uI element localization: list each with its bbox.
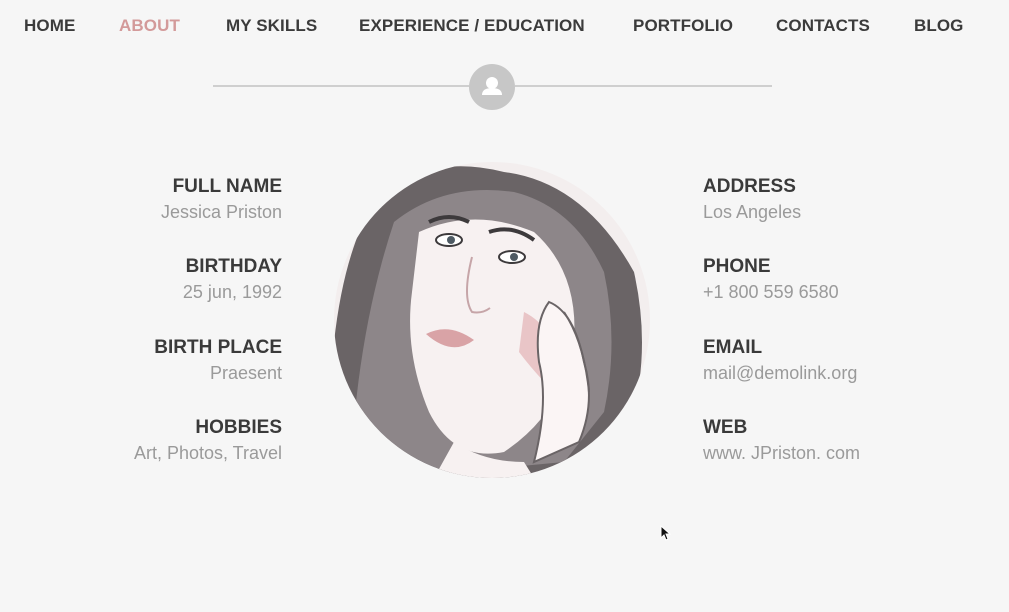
info-email: EMAIL mail@demolink.org bbox=[703, 336, 857, 386]
info-label: HOBBIES bbox=[195, 417, 282, 438]
nav-item-blog[interactable]: BLOG bbox=[914, 16, 964, 36]
web-link[interactable]: www. JPriston. com bbox=[703, 440, 860, 466]
nav-item-experience-education[interactable]: EXPERIENCE / EDUCATION bbox=[359, 16, 585, 36]
info-full-name: FULL NAME Jessica Priston bbox=[161, 175, 282, 225]
email-link[interactable]: mail@demolink.org bbox=[703, 360, 857, 386]
info-label: EMAIL bbox=[703, 337, 763, 358]
info-phone: PHONE +1 800 559 6580 bbox=[703, 255, 839, 305]
info-web: WEB www. JPriston. com bbox=[703, 416, 860, 466]
nav-item-home[interactable]: HOME bbox=[24, 16, 75, 36]
info-birthday: BIRTHDAY 25 jun, 1992 bbox=[183, 255, 282, 305]
nav-item-contacts[interactable]: CONTACTS bbox=[776, 16, 870, 36]
user-icon bbox=[469, 64, 515, 110]
mouse-cursor-icon bbox=[660, 524, 672, 546]
info-label: ADDRESS bbox=[703, 176, 796, 197]
info-label: BIRTHDAY bbox=[185, 256, 282, 277]
info-label: WEB bbox=[703, 417, 748, 438]
about-page: HOME ABOUT MY SKILLS EXPERIENCE / EDUCAT… bbox=[0, 0, 1009, 612]
info-label: FULL NAME bbox=[172, 176, 282, 197]
info-value: Jessica Priston bbox=[160, 202, 282, 222]
info-value: Los Angeles bbox=[703, 202, 802, 222]
divider-line-right bbox=[515, 85, 772, 87]
info-hobbies: HOBBIES Art, Photos, Travel bbox=[134, 416, 282, 466]
info-value: 25 jun, 1992 bbox=[182, 282, 282, 302]
nav-item-portfolio[interactable]: PORTFOLIO bbox=[633, 16, 733, 36]
main-nav: HOME ABOUT MY SKILLS EXPERIENCE / EDUCAT… bbox=[0, 16, 1009, 38]
info-address: ADDRESS Los Angeles bbox=[703, 175, 801, 225]
phone-link[interactable]: +1 800 559 6580 bbox=[703, 279, 839, 305]
info-label: BIRTH PLACE bbox=[154, 337, 282, 358]
nav-item-my-skills[interactable]: MY SKILLS bbox=[226, 16, 317, 36]
info-value: Art, Photos, Travel bbox=[133, 443, 282, 463]
info-birth-place: BIRTH PLACE Praesent bbox=[154, 336, 282, 386]
nav-item-about[interactable]: ABOUT bbox=[119, 16, 180, 36]
profile-photo bbox=[334, 162, 650, 478]
info-value: Praesent bbox=[209, 363, 282, 383]
info-label: PHONE bbox=[703, 256, 771, 277]
divider-line-left bbox=[213, 85, 469, 87]
